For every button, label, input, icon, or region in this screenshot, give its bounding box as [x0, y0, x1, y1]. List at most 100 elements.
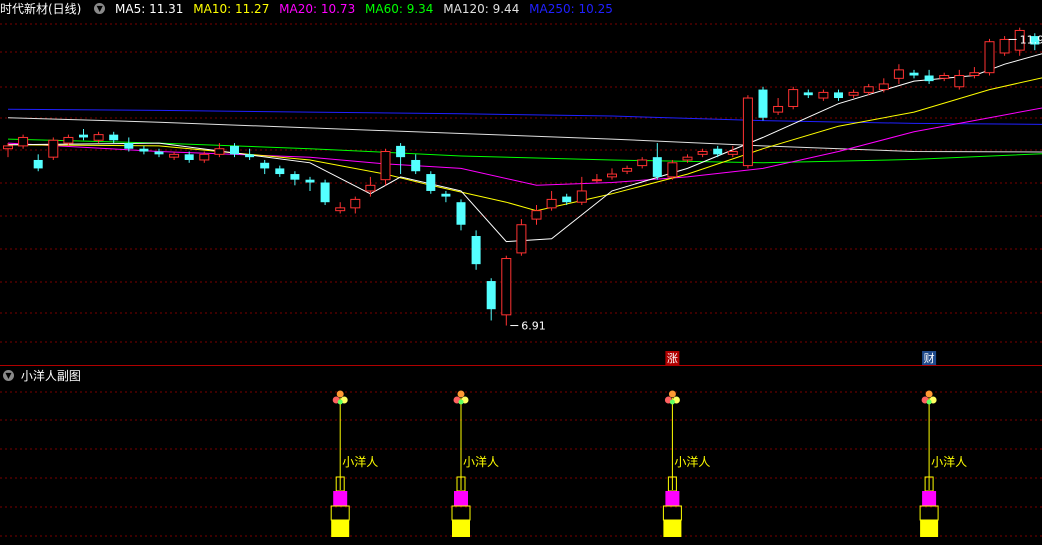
- candle-body-up: [350, 198, 361, 209]
- candle-body-up: [546, 198, 557, 209]
- candle-body-down: [139, 148, 149, 152]
- candle-body-down: [109, 134, 119, 141]
- candle-body-down: [471, 236, 481, 265]
- signal-bead: [458, 399, 464, 405]
- candle-body-down: [245, 154, 255, 158]
- candle-body-up: [622, 167, 633, 172]
- ma60-legend: MA60: 9.34: [365, 2, 434, 16]
- signal-box-outline: [919, 505, 939, 521]
- signal-box-outline: [330, 505, 350, 521]
- candle-body-up: [607, 173, 617, 178]
- signal-bead: [926, 399, 932, 405]
- candle-body-down: [909, 72, 919, 76]
- candle-body-down: [154, 151, 164, 155]
- candle-body-up: [214, 148, 225, 155]
- candle-body-up: [335, 207, 346, 212]
- stock-title: 时代新材(日线): [0, 2, 82, 16]
- candle-body-down: [652, 157, 662, 177]
- sub-panel-title: 小洋人副图: [20, 369, 81, 383]
- candle-body-down: [411, 159, 421, 172]
- candle-body-down: [834, 92, 843, 99]
- ma5-legend: MA5: 11.31: [115, 2, 184, 16]
- candle-body-down: [562, 196, 572, 203]
- candle-body-up: [48, 139, 59, 158]
- ma250-legend: MA250: 10.25: [529, 2, 613, 16]
- sub-collapse-icon[interactable]: ▼: [3, 370, 14, 381]
- candle-body-down: [33, 159, 43, 169]
- candle-body-down: [184, 154, 194, 160]
- chart-svg: 11.99 6.91 涨 财小洋人 小洋人 小洋人 小洋人: [0, 23, 1042, 537]
- candle-body-up: [531, 210, 542, 220]
- candle-body-up: [863, 86, 874, 93]
- candle-body-up: [637, 159, 648, 167]
- candle-body-up: [727, 151, 738, 155]
- candle-body-down: [456, 202, 466, 225]
- signal-box-bottom: [663, 520, 682, 537]
- candle-body-up: [818, 91, 829, 99]
- candle-body-up: [63, 136, 74, 144]
- candle-body-up: [667, 162, 678, 178]
- candle-body-up: [18, 136, 29, 147]
- candle-body-up: [682, 156, 693, 161]
- ma120-legend: MA120: 9.44: [443, 2, 520, 16]
- signal-box-bottom: [920, 520, 939, 537]
- chart-window: 11.99 6.91 涨 财小洋人 小洋人 小洋人 小洋人 时代新材(日线) ▼ MA5: …: [0, 0, 1042, 541]
- candle-body-up: [788, 89, 799, 107]
- ma-line-ma20: [7, 107, 1042, 186]
- candle-body-up: [969, 72, 980, 77]
- candle-body-up: [3, 145, 13, 150]
- candle-body-up: [999, 38, 1010, 54]
- signal-box-mid: [333, 491, 348, 506]
- signal-label: 小洋人: [463, 454, 499, 469]
- signal-box-outline: [451, 505, 471, 521]
- candle-body-up: [365, 184, 376, 192]
- candle-body-down: [290, 174, 300, 180]
- candle-body-up: [169, 153, 180, 158]
- candle-body-up: [773, 105, 784, 113]
- candle-body-down: [79, 134, 88, 138]
- signal-box-mid: [454, 491, 468, 506]
- candle-body-up: [939, 75, 950, 79]
- candle-body-up: [697, 151, 708, 155]
- sub-panel-header: ▼ 小洋人副图: [0, 367, 81, 385]
- ma-line-ma10: [7, 77, 1042, 212]
- signal-bead: [336, 390, 344, 398]
- candle-body-up: [848, 91, 859, 96]
- event-marker-label: 涨: [667, 352, 678, 365]
- price-annotation: 6.91: [521, 320, 546, 333]
- collapse-toggle-icon[interactable]: ▼: [94, 3, 106, 14]
- candle-body-down: [396, 145, 406, 158]
- candle-body-up: [878, 83, 889, 91]
- main-header: 时代新材(日线) ▼ MA5: 11.31 MA10: 11.27 MA20: …: [0, 0, 619, 18]
- candle-body-up: [576, 190, 587, 203]
- candle-body-down: [803, 92, 813, 96]
- candle-body-up: [516, 224, 527, 254]
- ma-line-ma5: [7, 53, 1042, 243]
- signal-box-bottom: [331, 520, 350, 537]
- signal-box-mid: [665, 491, 680, 506]
- signal-label: 小洋人: [931, 454, 967, 469]
- candle-body-up: [742, 97, 753, 167]
- signal-box-outline: [662, 505, 682, 521]
- signal-bead: [668, 390, 676, 398]
- candle-body-up: [591, 179, 602, 182]
- candle-body-up: [954, 75, 965, 88]
- candle-body-up: [893, 69, 904, 79]
- signal-label: 小洋人: [342, 454, 378, 469]
- signal-box-bottom: [452, 520, 470, 537]
- candle-body-down: [758, 89, 768, 118]
- candle-body-down: [230, 145, 239, 155]
- signal-label: 小洋人: [674, 454, 710, 469]
- price-annotation: 11.99: [1020, 33, 1042, 46]
- candle-body-down: [124, 143, 134, 149]
- candle-body-down: [260, 162, 270, 169]
- candle-body-down: [320, 182, 330, 203]
- event-marker-label: 财: [924, 351, 935, 365]
- candle-body-up: [984, 41, 995, 74]
- candle-body-up: [501, 258, 512, 316]
- candle-body-up: [380, 151, 391, 181]
- candle-body-down: [713, 148, 723, 155]
- candle-body-up: [199, 153, 210, 161]
- signal-bead: [457, 390, 465, 398]
- signal-bead: [337, 399, 343, 405]
